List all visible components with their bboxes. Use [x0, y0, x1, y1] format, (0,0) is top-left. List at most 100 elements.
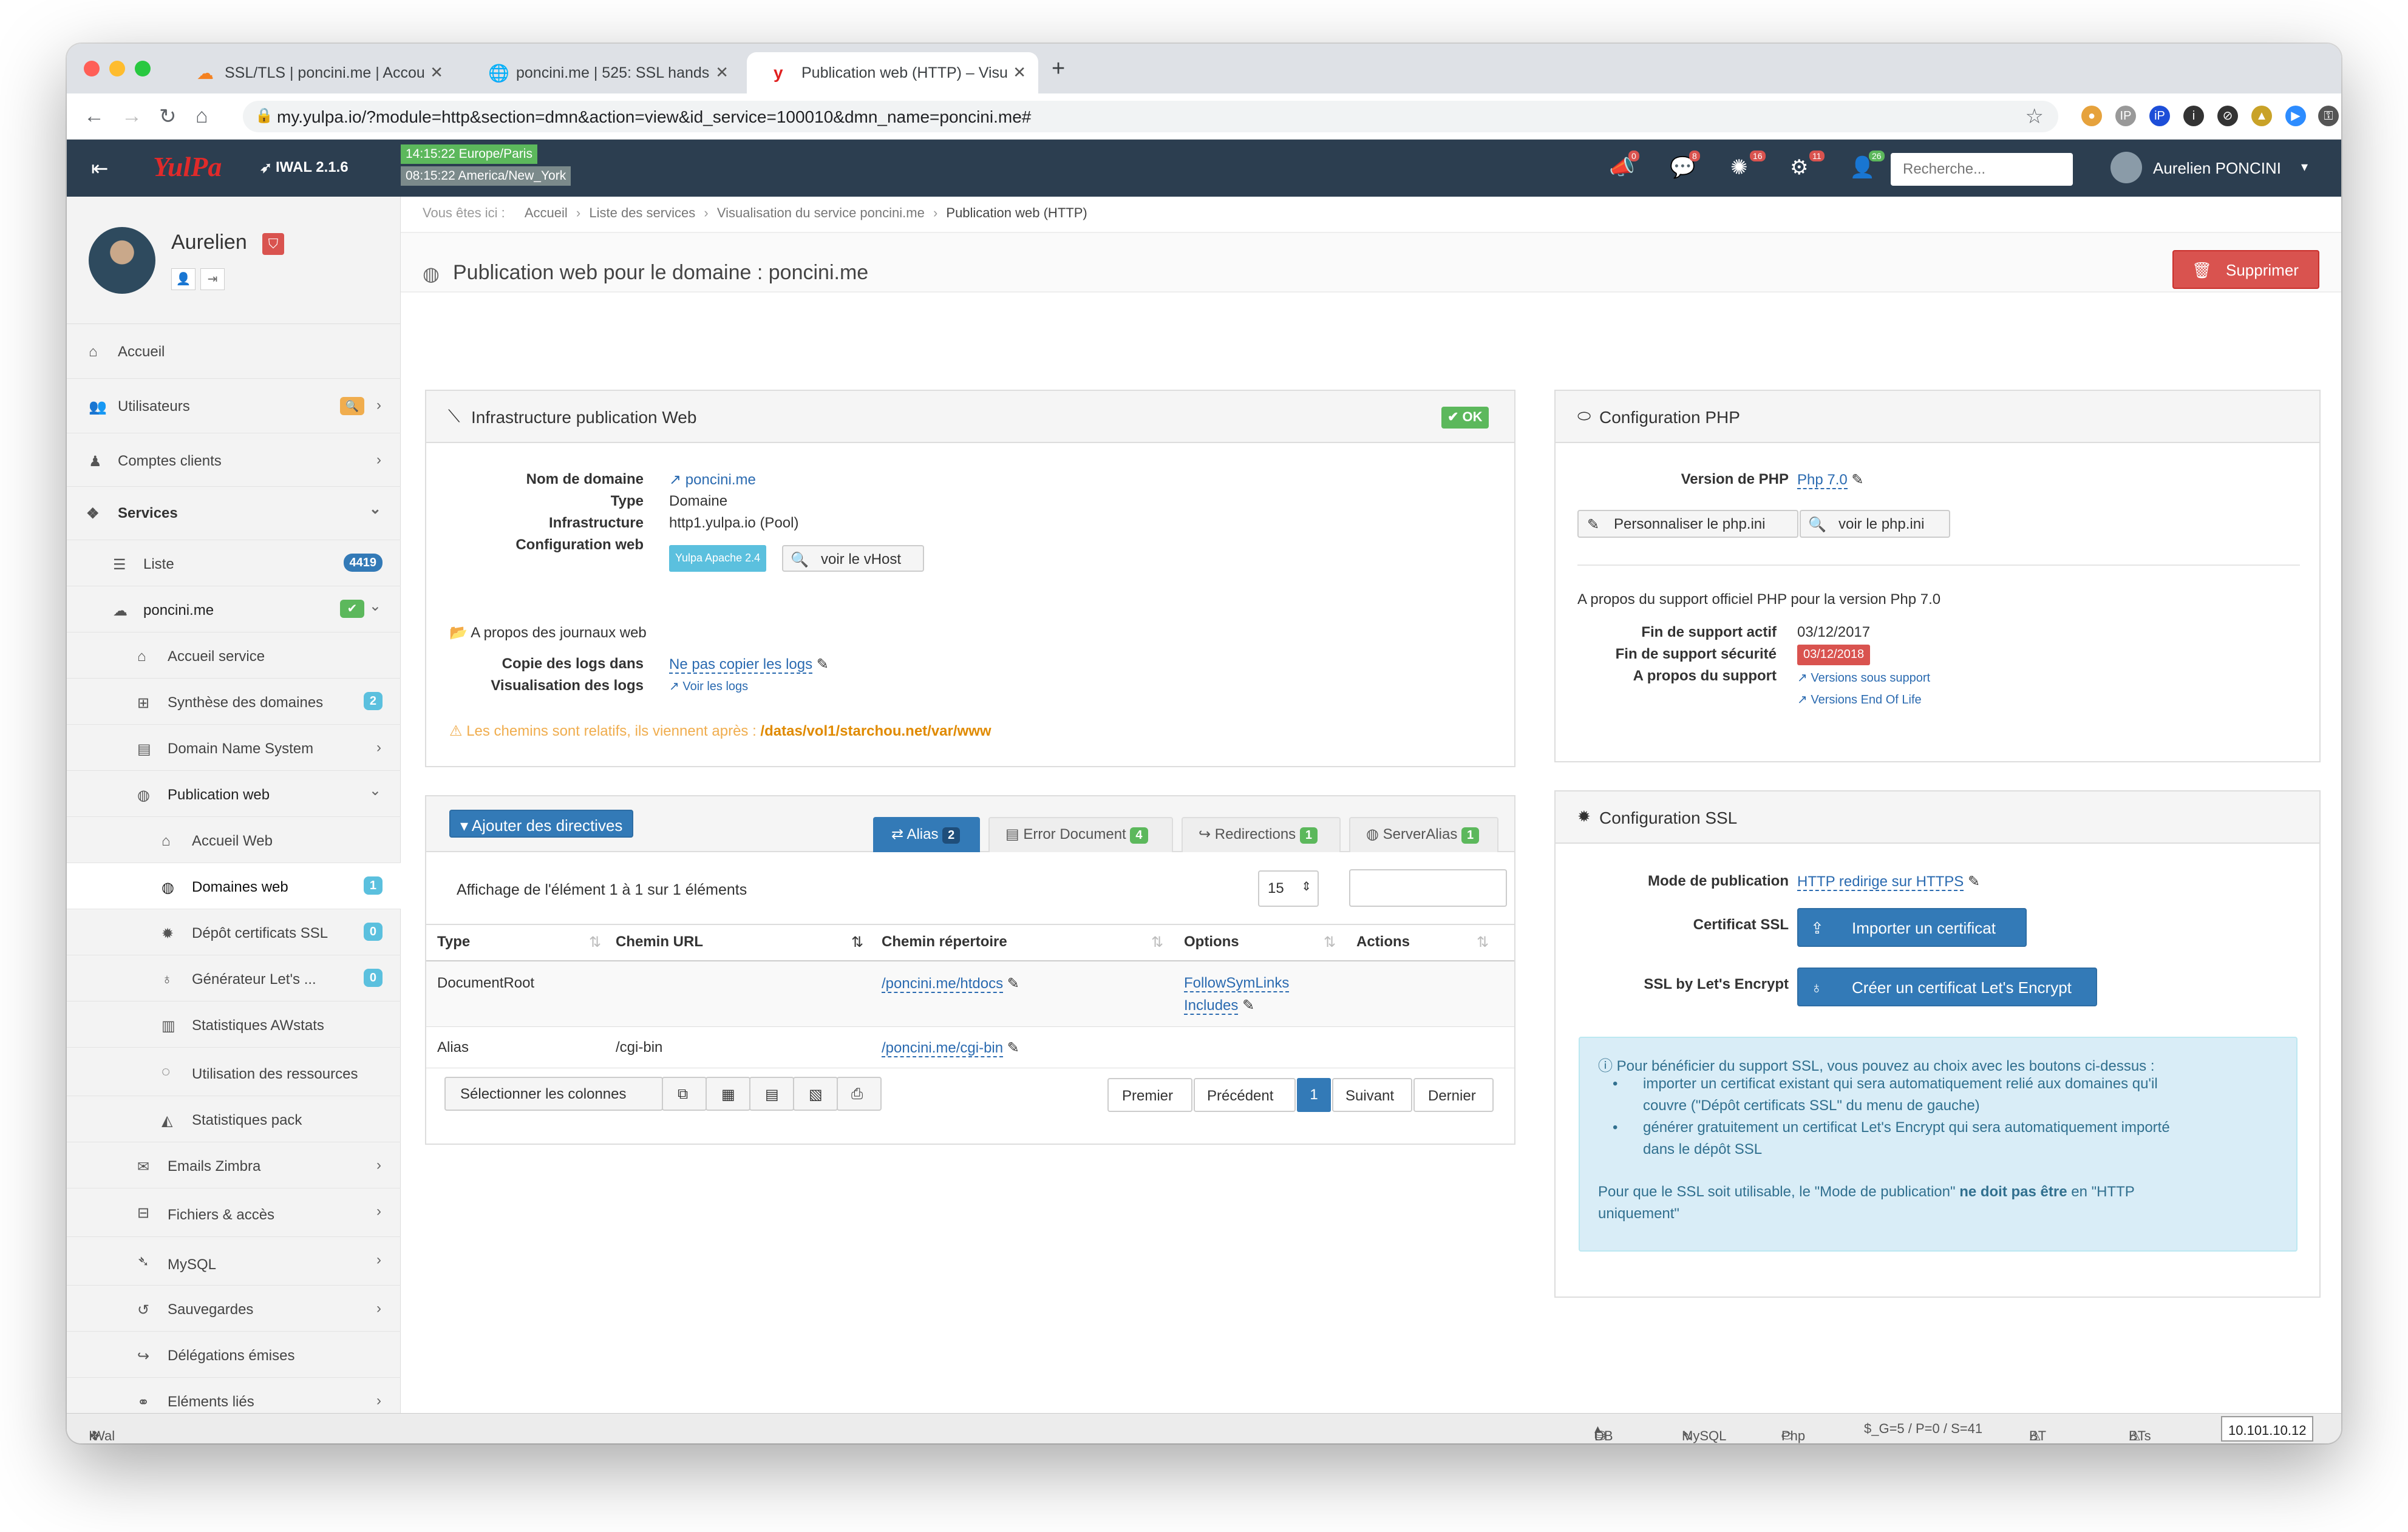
browser-tab-3-active[interactable]: y Publication web (HTTP) – Visual ✕	[747, 52, 1038, 93]
col-dir[interactable]: Chemin répertoire	[882, 934, 1007, 951]
ssl-mode-editable[interactable]: HTTP redirige sur HTTPS ✎	[1797, 873, 1980, 891]
view-phpini-button[interactable]: 🔍 voir le php.ini	[1800, 510, 1950, 538]
pager-first[interactable]: Premier	[1107, 1078, 1192, 1112]
caret-down-icon[interactable]: ▾	[2301, 159, 2308, 175]
tab-serveralias[interactable]: ◍ ServerAlias 1	[1349, 817, 1498, 852]
footer-db[interactable]: ⛁ DB ▴	[1594, 1421, 1613, 1443]
spinner-icon[interactable]: ✺	[1730, 155, 1748, 180]
tab-error-document[interactable]: ▤ Error Document 4	[988, 817, 1173, 852]
minimize-window-button[interactable]	[109, 61, 125, 76]
logout-icon[interactable]: ⇥	[200, 268, 225, 290]
sidebar-item-sauvegardes[interactable]: ↺ Sauvegardes ›	[67, 1286, 401, 1332]
pdf-icon[interactable]: ▧	[793, 1077, 838, 1111]
select-columns-button[interactable]: Sélectionner les colonnes	[444, 1077, 663, 1111]
browser-tab-1[interactable]: ☁ SSL/TLS | poncini.me | Account ✕	[170, 52, 455, 93]
search-icon[interactable]: 🔍	[340, 397, 364, 415]
reload-icon[interactable]: ↻	[159, 104, 177, 129]
sidebar-item-depot-ssl[interactable]: ✹ Dépôt certificats SSL 0	[67, 909, 401, 955]
menu-toggle-icon[interactable]: ⇤	[91, 157, 109, 181]
close-icon[interactable]: ✕	[715, 63, 729, 82]
cookie-extension-icon[interactable]: ●	[2081, 106, 2102, 126]
breadcrumb-item-accueil[interactable]: Accueil	[525, 205, 568, 220]
breadcrumb-item-service[interactable]: Visualisation du service poncini.me	[717, 205, 925, 220]
create-letsencrypt-button[interactable]: ♁ Créer un certificat Let's Encrypt	[1797, 968, 2097, 1006]
sidebar-item-emails-zimbra[interactable]: ✉ Emails Zimbra ›	[67, 1142, 401, 1188]
customize-phpini-button[interactable]: ✎ Personnaliser le php.ini	[1577, 510, 1798, 538]
url-bar[interactable]: 🔒 my.yulpa.io/?module=http&section=dmn&a…	[243, 101, 2058, 132]
pager-page-1[interactable]: 1	[1297, 1078, 1331, 1112]
close-window-button[interactable]	[84, 61, 100, 76]
tab-alias[interactable]: ⇄ Alias 2	[873, 817, 980, 852]
wappalyzer-extension-icon[interactable]: ▲	[2251, 106, 2272, 126]
import-certificate-button[interactable]: ⇪ Importer un certificat	[1797, 908, 2027, 947]
back-icon[interactable]: ←	[84, 104, 104, 128]
sidebar-item-services[interactable]: ❖ Services ⌄	[67, 487, 401, 540]
col-type[interactable]: Type	[437, 934, 470, 951]
sidebar-item-domaines-web[interactable]: ◍ Domaines web 1	[67, 863, 401, 909]
sidebar-item-accueil-web[interactable]: ⌂ Accueil Web	[67, 817, 401, 863]
search-input[interactable]	[1891, 153, 2073, 186]
key-extension-icon[interactable]: ⚿	[2318, 106, 2339, 126]
copy-icon[interactable]: ⧉	[662, 1077, 707, 1111]
col-options[interactable]: Options	[1184, 934, 1239, 951]
ip-extension-icon[interactable]: IP	[2115, 106, 2136, 126]
sidebar-item-publication-web[interactable]: ◍ Publication web ⌄	[67, 771, 401, 817]
sidebar-item-fichiers[interactable]: ⊟ Fichiers & accès ›	[67, 1188, 401, 1237]
sidebar-item-dns[interactable]: ▤ Domain Name System ›	[67, 725, 401, 771]
cogs-icon[interactable]: ⚙	[1790, 155, 1808, 180]
dir-editable[interactable]: /poncini.me/htdocs ✎	[882, 975, 1019, 993]
php-version-editable[interactable]: Php 7.0 ✎	[1797, 471, 1864, 489]
domain-link[interactable]: ↗ poncini.me	[669, 471, 756, 489]
col-actions[interactable]: Actions	[1356, 934, 1410, 951]
close-icon[interactable]: ✕	[1013, 63, 1026, 82]
view-vhost-button[interactable]: 🔍 voir le vHost	[782, 545, 924, 572]
yulpa-logo[interactable]: YulPa	[153, 151, 222, 183]
option-editable[interactable]: Includes ✎	[1184, 997, 1254, 1015]
info-extension-icon[interactable]: i	[2183, 106, 2204, 126]
sidebar-item-awstats[interactable]: ▥ Statistiques AWstats	[67, 1002, 401, 1048]
sidebar-item-utilisateurs[interactable]: 👥 Utilisateurs 🔍 ›	[67, 379, 401, 433]
sidebar-item-accueil[interactable]: ⌂ Accueil	[67, 324, 401, 379]
sidebar-item-poncini[interactable]: ☁ poncini.me ✔ ⌄	[67, 586, 401, 632]
user-menu-name[interactable]: Aurelien PONCINI	[2153, 159, 2281, 178]
table-search-input[interactable]	[1349, 869, 1507, 907]
breadcrumb-item-liste[interactable]: Liste des services	[589, 205, 695, 220]
option-editable[interactable]: FollowSymLinks	[1184, 975, 1290, 992]
logs-copy-editable[interactable]: Ne pas copier les logs ✎	[669, 656, 829, 674]
sidebar-item-ressources[interactable]: ◌ Utilisation des ressources	[67, 1048, 401, 1096]
browser-tab-2[interactable]: 🌐 poncini.me | 525: SSL handshake ✕	[461, 52, 741, 93]
forward-icon[interactable]: →	[121, 104, 142, 128]
sidebar-item-comptes-clients[interactable]: ♟ Comptes clients ›	[67, 433, 401, 487]
excel-icon[interactable]: ▦	[706, 1077, 750, 1111]
tab-redirections[interactable]: ↪ Redirections 1	[1182, 817, 1341, 852]
zoom-extension-icon[interactable]: ▶	[2285, 106, 2306, 126]
add-directives-button[interactable]: ▾ Ajouter des directives	[449, 810, 634, 838]
avatar[interactable]	[2110, 152, 2142, 183]
sidebar-item-delegations[interactable]: ↪ Délégations émises	[67, 1332, 401, 1378]
new-tab-icon[interactable]: +	[1052, 56, 1065, 82]
pager-next[interactable]: Suivant	[1332, 1078, 1412, 1112]
pager-previous[interactable]: Précédent	[1194, 1078, 1296, 1112]
ip-info-extension-icon[interactable]: iP	[2149, 106, 2170, 126]
sidebar-item-letsencrypt[interactable]: ♁ Générateur Let's ... 0	[67, 955, 401, 1002]
page-size-select[interactable]: 15 ⇕	[1258, 870, 1319, 907]
sidebar-item-synthese-domaines[interactable]: ⊞ Synthèse des domaines 2	[67, 679, 401, 725]
home-icon[interactable]: ⌂	[196, 104, 208, 128]
close-icon[interactable]: ✕	[430, 63, 443, 82]
eol-versions-link[interactable]: ↗ Versions End Of Life	[1797, 692, 1922, 707]
disconnect-extension-icon[interactable]: ⊘	[2217, 106, 2238, 126]
footer-globals[interactable]: $_G=5 / P=0 / S=41	[1864, 1421, 1982, 1437]
col-url[interactable]: Chemin URL	[616, 934, 703, 951]
sidebar-item-liste[interactable]: ☰ Liste 4419	[67, 540, 401, 586]
sidebar-item-mysql[interactable]: ➴ MySQL ›	[67, 1237, 401, 1286]
user-profile-icon[interactable]: 👤	[171, 268, 196, 290]
print-icon[interactable]: ⎙	[837, 1077, 882, 1111]
pager-last[interactable]: Dernier	[1413, 1078, 1494, 1112]
csv-icon[interactable]: ▤	[749, 1077, 794, 1111]
dir-editable[interactable]: /poncini.me/cgi-bin ✎	[882, 1039, 1019, 1057]
delete-button[interactable]: 🗑 Supprimer	[2172, 250, 2319, 289]
sidebar-item-accueil-service[interactable]: ⌂ Accueil service	[67, 632, 401, 679]
bookmark-star-icon[interactable]: ☆	[2025, 104, 2044, 129]
maximize-window-button[interactable]	[135, 61, 151, 76]
sidebar-item-stats-pack[interactable]: ◭ Statistiques pack	[67, 1096, 401, 1142]
